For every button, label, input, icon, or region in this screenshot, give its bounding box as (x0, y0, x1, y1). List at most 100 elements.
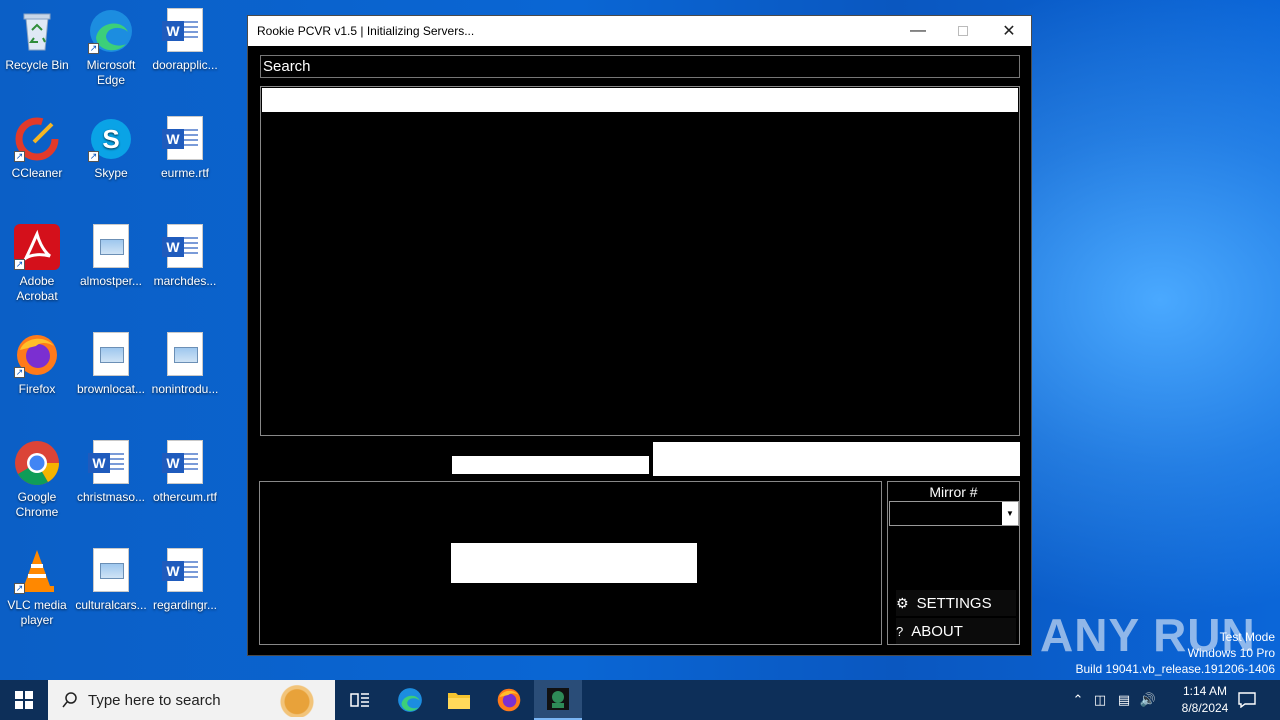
desktop-icon-label: culturalcars... (75, 598, 147, 612)
speaker-icon[interactable]: 🔊 (1136, 692, 1160, 708)
desktop-icon-brownlocat[interactable]: brownlocat... (74, 332, 148, 397)
rookie-window: Rookie PCVR v1.5 | Initializing Servers.… (247, 15, 1032, 656)
minimize-button[interactable]: — (895, 16, 941, 46)
question-icon: ? (896, 623, 904, 639)
svg-text:S: S (102, 124, 119, 154)
task-view-icon (350, 693, 369, 707)
desktop-icon-label: eurme.rtf (160, 166, 209, 180)
image-file-icon (88, 548, 134, 594)
taskbar-firefox[interactable] (485, 680, 533, 720)
desktop-icon-adobe-acrobat[interactable]: ↗ Adobe Acrobat (0, 224, 74, 304)
mirror-label: Mirror # (929, 484, 978, 500)
desktop-icon-label: Microsoft Edge (86, 58, 136, 87)
desktop-icon-label: marchdes... (153, 274, 217, 288)
rookie-app-icon (547, 688, 569, 710)
test-mode-label: Test Mode (1219, 630, 1275, 644)
shortcut-arrow-icon: ↗ (14, 259, 25, 270)
desktop-icon-eurme[interactable]: W eurme.rtf (148, 116, 222, 181)
mirror-select[interactable]: ▼ (889, 501, 1019, 526)
gear-icon: ⚙ (896, 594, 909, 611)
image-file-icon (88, 224, 134, 270)
firefox-icon: ↗ (14, 332, 60, 378)
taskbar: Type here to search ⌃ ◫ ▤ 🔊 1:14 AM 8/8/… (0, 680, 1280, 720)
desktop-icon-google-chrome[interactable]: Google Chrome (0, 440, 74, 520)
desktop-icon-othercum[interactable]: W othercum.rtf (148, 440, 222, 505)
shortcut-arrow-icon: ↗ (14, 151, 25, 162)
desktop-icon-ccleaner[interactable]: ↗ CCleaner (0, 116, 74, 181)
chrome-icon (14, 440, 60, 486)
details-panel (259, 481, 882, 645)
title-bar[interactable]: Rookie PCVR v1.5 | Initializing Servers.… (248, 16, 1031, 46)
desktop-icon-label: brownlocat... (76, 382, 146, 396)
shortcut-arrow-icon: ↗ (14, 583, 25, 594)
chevron-up-icon[interactable]: ⌃ (1068, 692, 1088, 708)
ccleaner-icon: ↗ (14, 116, 60, 162)
folder-icon (448, 693, 470, 709)
taskbar-file-explorer[interactable] (435, 680, 483, 720)
desktop-icon-label: regardingr... (152, 598, 218, 612)
skype-icon: S ↗ (88, 116, 134, 162)
image-file-icon (88, 332, 134, 378)
maximize-button[interactable] (940, 16, 986, 46)
desktop-icon-christmaso[interactable]: W christmaso... (74, 440, 148, 505)
desktop-icon-regardingr[interactable]: W regardingr... (148, 548, 222, 613)
word-document-icon: W (162, 224, 208, 270)
test-mode-info: Test Mode Windows 10 Pro Build 19041.vb_… (1076, 629, 1276, 677)
desktop-icon-label: VLC media player (7, 598, 67, 627)
notifications-button[interactable] (1224, 680, 1270, 720)
desktop-icon-nonintrodu[interactable]: nonintrodu... (148, 332, 222, 397)
desktop-icon-label: Recycle Bin (5, 58, 69, 72)
chevron-down-icon[interactable]: ▼ (1002, 502, 1018, 525)
shortcut-arrow-icon: ↗ (14, 367, 25, 378)
desktop-icon-doorapplic[interactable]: W doorapplic... (148, 8, 222, 73)
shortcut-arrow-icon: ↗ (88, 43, 99, 54)
word-document-icon: W (162, 548, 208, 594)
word-document-icon: W (162, 440, 208, 486)
recycle-bin-icon (14, 8, 60, 54)
desktop-icon-label: almostper... (79, 274, 143, 288)
taskbar-rookie-app[interactable] (534, 680, 582, 720)
taskbar-search-box[interactable]: Type here to search (48, 680, 335, 720)
taskbar-edge[interactable] (386, 680, 434, 720)
notification-icon (1238, 692, 1256, 708)
close-button[interactable]: ✕ (986, 16, 1032, 46)
desktop-icon-firefox[interactable]: ↗ Firefox (0, 332, 74, 397)
close-icon: ✕ (1002, 23, 1016, 40)
info-field[interactable] (653, 442, 1020, 476)
settings-label: SETTINGS (916, 594, 992, 612)
desktop-icon-vlc[interactable]: ↗ VLC media player (0, 548, 74, 628)
desktop-icon-skype[interactable]: S ↗ Skype (74, 116, 148, 181)
network-icon[interactable]: ▤ (1112, 692, 1136, 708)
side-panel: Mirror # ▼ ⚙ SETTINGS ? ABOUT (887, 481, 1020, 645)
desktop-icon-label: Google Chrome (15, 490, 59, 519)
windows-logo-icon (15, 691, 33, 709)
desktop-icon-label: nonintrodu... (151, 382, 219, 396)
search-input[interactable]: Search (260, 55, 1020, 78)
network-device-icon[interactable]: ◫ (1088, 692, 1112, 708)
settings-button[interactable]: ⚙ SETTINGS (896, 590, 1016, 616)
desktop-icon-recycle-bin[interactable]: Recycle Bin (0, 8, 74, 73)
task-view-button[interactable] (336, 680, 384, 720)
desktop-icon-label: Adobe Acrobat (16, 274, 58, 303)
maximize-icon (958, 26, 968, 36)
window-title: Rookie PCVR v1.5 | Initializing Servers.… (257, 24, 475, 38)
game-list[interactable] (260, 86, 1020, 436)
edge-icon: ↗ (88, 8, 134, 54)
search-icon (62, 692, 77, 708)
cat-illustration-icon (277, 683, 317, 717)
about-button[interactable]: ? ABOUT (896, 618, 1016, 644)
desktop-icon-marchdes[interactable]: W marchdes... (148, 224, 222, 289)
desktop-icon-label: othercum.rtf (152, 490, 218, 504)
start-button[interactable] (0, 680, 48, 720)
desktop-icon-label: CCleaner (11, 166, 63, 180)
desktop-icon-almostper[interactable]: almostper... (74, 224, 148, 289)
word-document-icon: W (162, 116, 208, 162)
system-tray: ⌃ ◫ ▤ 🔊 (1068, 680, 1160, 720)
desktop-icon-label: Skype (94, 166, 128, 180)
image-file-icon (162, 332, 208, 378)
desktop-icon-microsoft-edge[interactable]: ↗ Microsoft Edge (74, 8, 148, 88)
desktop-icon-label: christmaso... (76, 490, 145, 504)
desktop-icon-culturalcars[interactable]: culturalcars... (74, 548, 148, 613)
list-header (262, 88, 1018, 112)
acrobat-icon: ↗ (14, 224, 60, 270)
